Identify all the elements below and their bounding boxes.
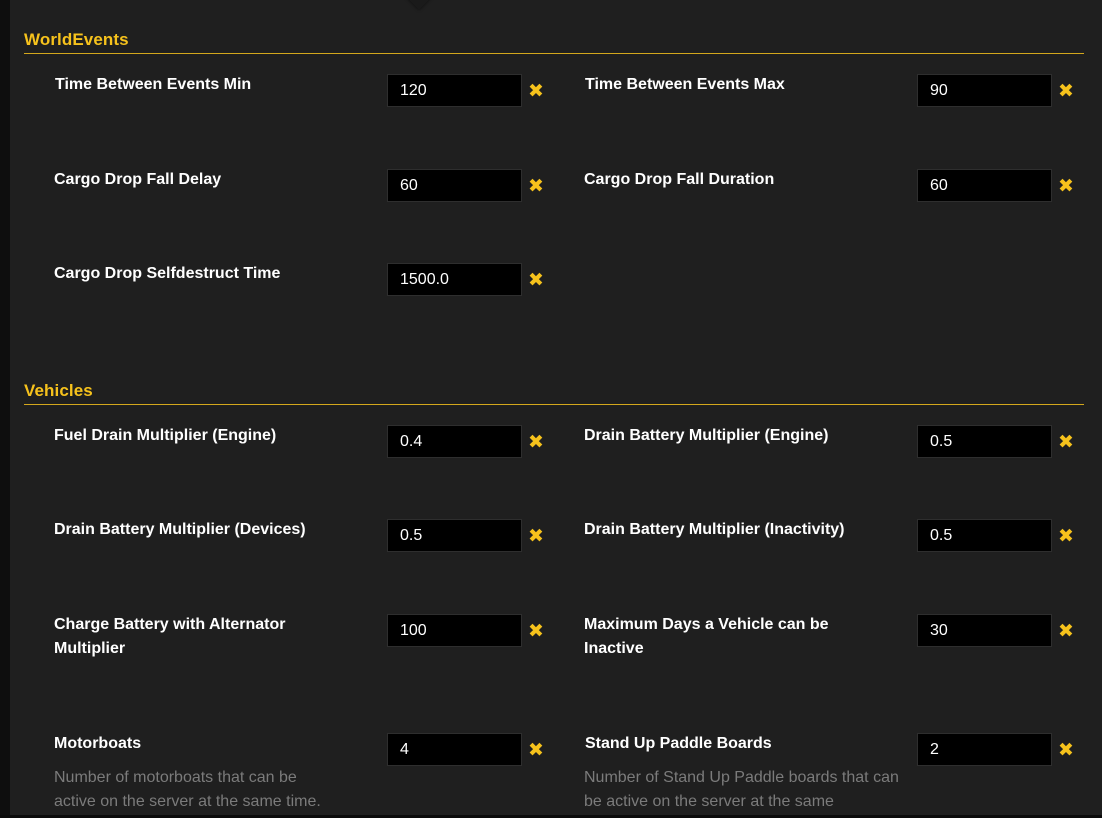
input-maximum-days-vehicle-inactive[interactable]: 30 (917, 614, 1052, 647)
close-icon[interactable]: ✖ (528, 271, 544, 290)
section-title-vehicles: Vehicles (24, 381, 93, 400)
input-drain-battery-multiplier-inactivity[interactable]: 0.5 (917, 519, 1052, 552)
label-motorboats: Motorboats (54, 735, 142, 752)
close-icon[interactable]: ✖ (1058, 741, 1074, 760)
label-fuel-drain-multiplier-engine: Fuel Drain Multiplier (Engine) (54, 427, 277, 444)
description-motorboats: Number of motorboats that can be active … (54, 769, 321, 810)
close-icon[interactable]: ✖ (1058, 622, 1074, 641)
label-stand-up-paddle-boards: Stand Up Paddle Boards (585, 735, 772, 752)
label-drain-battery-multiplier-inactivity: Drain Battery Multiplier (Inactivity) (584, 521, 845, 538)
label-time-between-events-min: Time Between Events Min (55, 76, 252, 93)
close-icon[interactable]: ✖ (1058, 82, 1074, 101)
input-cargo-drop-selfdestruct-time[interactable]: 1500.0 (387, 263, 522, 296)
input-stand-up-paddle-boards[interactable]: 2 (917, 733, 1052, 766)
input-time-between-events-max[interactable]: 90 (917, 74, 1052, 107)
close-icon[interactable]: ✖ (528, 433, 544, 452)
close-icon[interactable]: ✖ (528, 82, 544, 101)
label-cargo-drop-fall-duration: Cargo Drop Fall Duration (584, 171, 775, 188)
input-fuel-drain-multiplier-engine[interactable]: 0.4 (387, 425, 522, 458)
label-charge-battery-alternator-multiplier: Charge Battery with Alternator Multiplie… (54, 616, 286, 657)
input-cargo-drop-fall-duration[interactable]: 60 (917, 169, 1052, 202)
input-drain-battery-multiplier-devices[interactable]: 0.5 (387, 519, 522, 552)
input-time-between-events-min[interactable]: 120 (387, 74, 522, 107)
input-drain-battery-multiplier-engine[interactable]: 0.5 (917, 425, 1052, 458)
label-drain-battery-multiplier-engine: Drain Battery Multiplier (Engine) (584, 427, 829, 444)
settings-panel: WorldEvents Time Between Events Min 120 … (10, 0, 1102, 815)
label-drain-battery-multiplier-devices: Drain Battery Multiplier (Devices) (54, 521, 306, 538)
input-motorboats[interactable]: 4 (387, 733, 522, 766)
input-cargo-drop-fall-delay[interactable]: 60 (387, 169, 522, 202)
close-icon[interactable]: ✖ (528, 741, 544, 760)
section-divider (24, 53, 1084, 54)
label-maximum-days-vehicle-inactive: Maximum Days a Vehicle can be Inactive (584, 616, 829, 657)
description-stand-up-paddle-boards: Number of Stand Up Paddle boards that ca… (584, 769, 899, 810)
section-title-worldevents: WorldEvents (24, 30, 129, 49)
input-charge-battery-alternator-multiplier[interactable]: 100 (387, 614, 522, 647)
close-icon[interactable]: ✖ (1058, 177, 1074, 196)
label-cargo-drop-selfdestruct-time: Cargo Drop Selfdestruct Time (54, 265, 281, 282)
section-divider (24, 404, 1084, 405)
label-cargo-drop-fall-delay: Cargo Drop Fall Delay (54, 171, 222, 188)
panel-notch (406, 0, 432, 10)
close-icon[interactable]: ✖ (528, 622, 544, 641)
close-icon[interactable]: ✖ (528, 177, 544, 196)
close-icon[interactable]: ✖ (1058, 527, 1074, 546)
close-icon[interactable]: ✖ (1058, 433, 1074, 452)
close-icon[interactable]: ✖ (528, 527, 544, 546)
label-time-between-events-max: Time Between Events Max (585, 76, 785, 93)
